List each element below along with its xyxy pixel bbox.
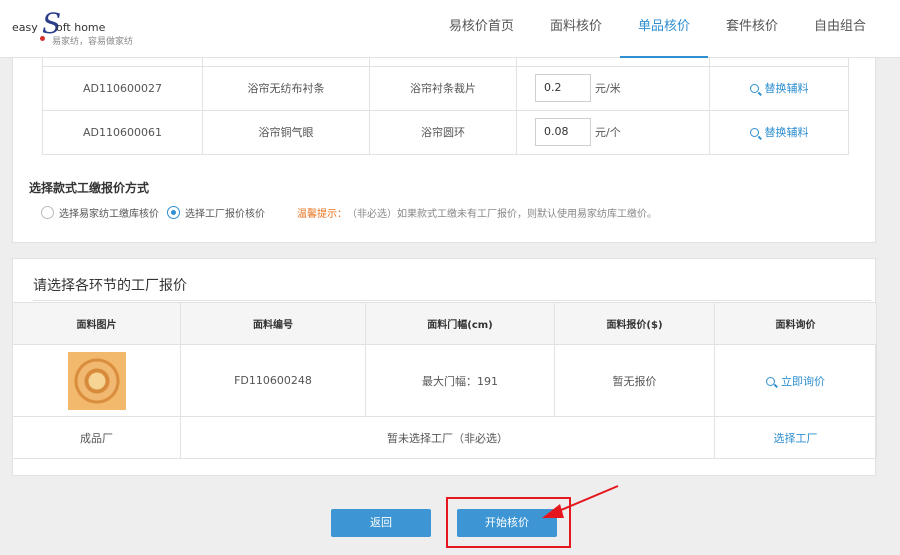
labor-option-library[interactable]: 选择易家纺工缴库核价 — [41, 205, 159, 220]
select-factory-link[interactable]: 选择工厂 — [774, 432, 818, 445]
top-header: easy S oft home 易家纺，容易做家纺 易核价首页 面料核价 单品核… — [0, 0, 900, 58]
accessory-part: 浴帘衬条裁片 — [369, 65, 517, 111]
radio-unchecked-icon[interactable] — [41, 205, 54, 219]
table-row: FD110600248 最大门幅：191 暂无报价 立即询价 — [12, 344, 877, 417]
maker-value: 暂未选择工厂（非必选） — [180, 416, 715, 459]
labor-section-title: 选择款式工缴报价方式 — [29, 181, 150, 195]
tip-text: （非必选）如果款式工缴未有工厂报价，则默认使用易家纺库工缴价。 — [347, 208, 657, 220]
nav-single-pricing[interactable]: 单品核价 — [619, 0, 708, 58]
accessory-name: 浴帘铜气眼 — [202, 109, 370, 155]
logo-text-home: oft home — [56, 21, 106, 34]
main-nav: 易核价首页 面料核价 单品核价 套件核价 自由组合 — [431, 0, 884, 58]
labor-option-library-label: 选择易家纺工缴库核价 — [59, 208, 159, 220]
fabric-width: 最大门幅：191 — [365, 344, 555, 417]
logo[interactable]: easy S oft home 易家纺，容易做家纺 — [12, 10, 152, 50]
replace-cell: 替换辅料 — [709, 65, 849, 111]
replace-cell: 替换辅料 — [709, 109, 849, 155]
accessory-part: 浴帘圆环 — [369, 109, 517, 155]
labor-options: 选择易家纺工缴库核价 选择工厂报价核价 温馨提示： （非必选）如果款式工缴未有工… — [41, 204, 657, 220]
replace-accessory-link[interactable]: 替换辅料 — [749, 82, 809, 95]
maker-action-cell: 选择工厂 — [714, 416, 877, 459]
labor-option-factory-label: 选择工厂报价核价 — [185, 208, 265, 220]
search-icon — [749, 84, 759, 93]
accessory-name: 浴帘无纺布衬条 — [202, 65, 370, 111]
replace-accessory-link[interactable]: 替换辅料 — [749, 126, 809, 139]
logo-slogan: 易家纺，容易做家纺 — [52, 37, 134, 47]
column-header-code: 面料编号 — [180, 302, 366, 345]
table-header-row: 面料图片 面料编号 面料门幅(cm) 面料报价($) 面料询价 — [12, 302, 877, 345]
tip-label: 温馨提示： — [297, 208, 347, 220]
fabric-thumbnail[interactable] — [67, 351, 126, 410]
back-button[interactable]: 返回 — [331, 509, 431, 537]
table-row: AD110600061 浴帘铜气眼 浴帘圆环 0.08 元/个 替换辅料 — [42, 109, 849, 155]
replace-accessory-label: 替换辅料 — [764, 82, 809, 95]
fabric-image-cell — [12, 344, 181, 417]
radio-checked-icon[interactable] — [167, 205, 180, 219]
price-cell: 0.2 元/米 — [516, 65, 710, 111]
logo-text-easy: easy — [12, 21, 38, 34]
column-header-inquiry: 面料询价 — [714, 302, 877, 345]
factory-panel: 请选择各环节的工厂报价 面料图片 面料编号 面料门幅(cm) 面料报价($) 面… — [12, 258, 877, 476]
search-icon — [749, 128, 759, 137]
table-row: AD110600027 浴帘无纺布衬条 浴帘衬条裁片 0.2 元/米 替换辅料 — [42, 65, 849, 111]
accessory-table: AD110600027 浴帘无纺布衬条 浴帘衬条裁片 0.2 元/米 替换辅料 A… — [42, 58, 849, 155]
maker-label: 成品厂 — [12, 416, 181, 459]
inquire-now-link[interactable]: 立即询价 — [766, 375, 825, 388]
divider — [33, 300, 871, 301]
column-header-quote: 面料报价($) — [554, 302, 715, 345]
price-cell: 0.08 元/个 — [516, 109, 710, 155]
nav-fabric-pricing[interactable]: 面料核价 — [532, 0, 620, 58]
inquire-now-label: 立即询价 — [781, 374, 825, 388]
fabric-code: FD110600248 — [180, 344, 366, 417]
replace-accessory-label: 替换辅料 — [764, 126, 809, 139]
table-row: 成品厂 暂未选择工厂（非必选） 选择工厂 — [12, 416, 877, 459]
accessory-code: AD110600027 — [42, 65, 203, 111]
factory-table: 面料图片 面料编号 面料门幅(cm) 面料报价($) 面料询价 FD110600… — [12, 302, 877, 459]
nav-home[interactable]: 易核价首页 — [431, 0, 532, 58]
accessory-code: AD110600061 — [42, 109, 203, 155]
annotation-arrow-icon — [542, 485, 619, 518]
column-header-image: 面料图片 — [12, 302, 181, 345]
nav-set-pricing[interactable]: 套件核价 — [708, 0, 796, 58]
search-icon — [766, 376, 775, 386]
accessory-panel: AD110600027 浴帘无纺布衬条 浴帘衬条裁片 0.2 元/米 替换辅料 A… — [12, 58, 876, 243]
column-header-width: 面料门幅(cm) — [365, 302, 555, 345]
price-input[interactable]: 0.2 — [535, 74, 591, 102]
nav-free-combo[interactable]: 自由组合 — [796, 0, 884, 58]
table-row-partial — [42, 58, 849, 67]
factory-section-title: 请选择各环节的工厂报价 — [33, 278, 187, 294]
inquiry-cell: 立即询价 — [714, 344, 877, 417]
logo-dot — [40, 36, 45, 41]
price-unit: 元/米 — [595, 82, 621, 95]
price-unit: 元/个 — [595, 126, 621, 139]
fabric-quote: 暂无报价 — [554, 344, 715, 417]
price-input[interactable]: 0.08 — [535, 118, 591, 146]
labor-option-factory[interactable]: 选择工厂报价核价 — [167, 205, 265, 220]
